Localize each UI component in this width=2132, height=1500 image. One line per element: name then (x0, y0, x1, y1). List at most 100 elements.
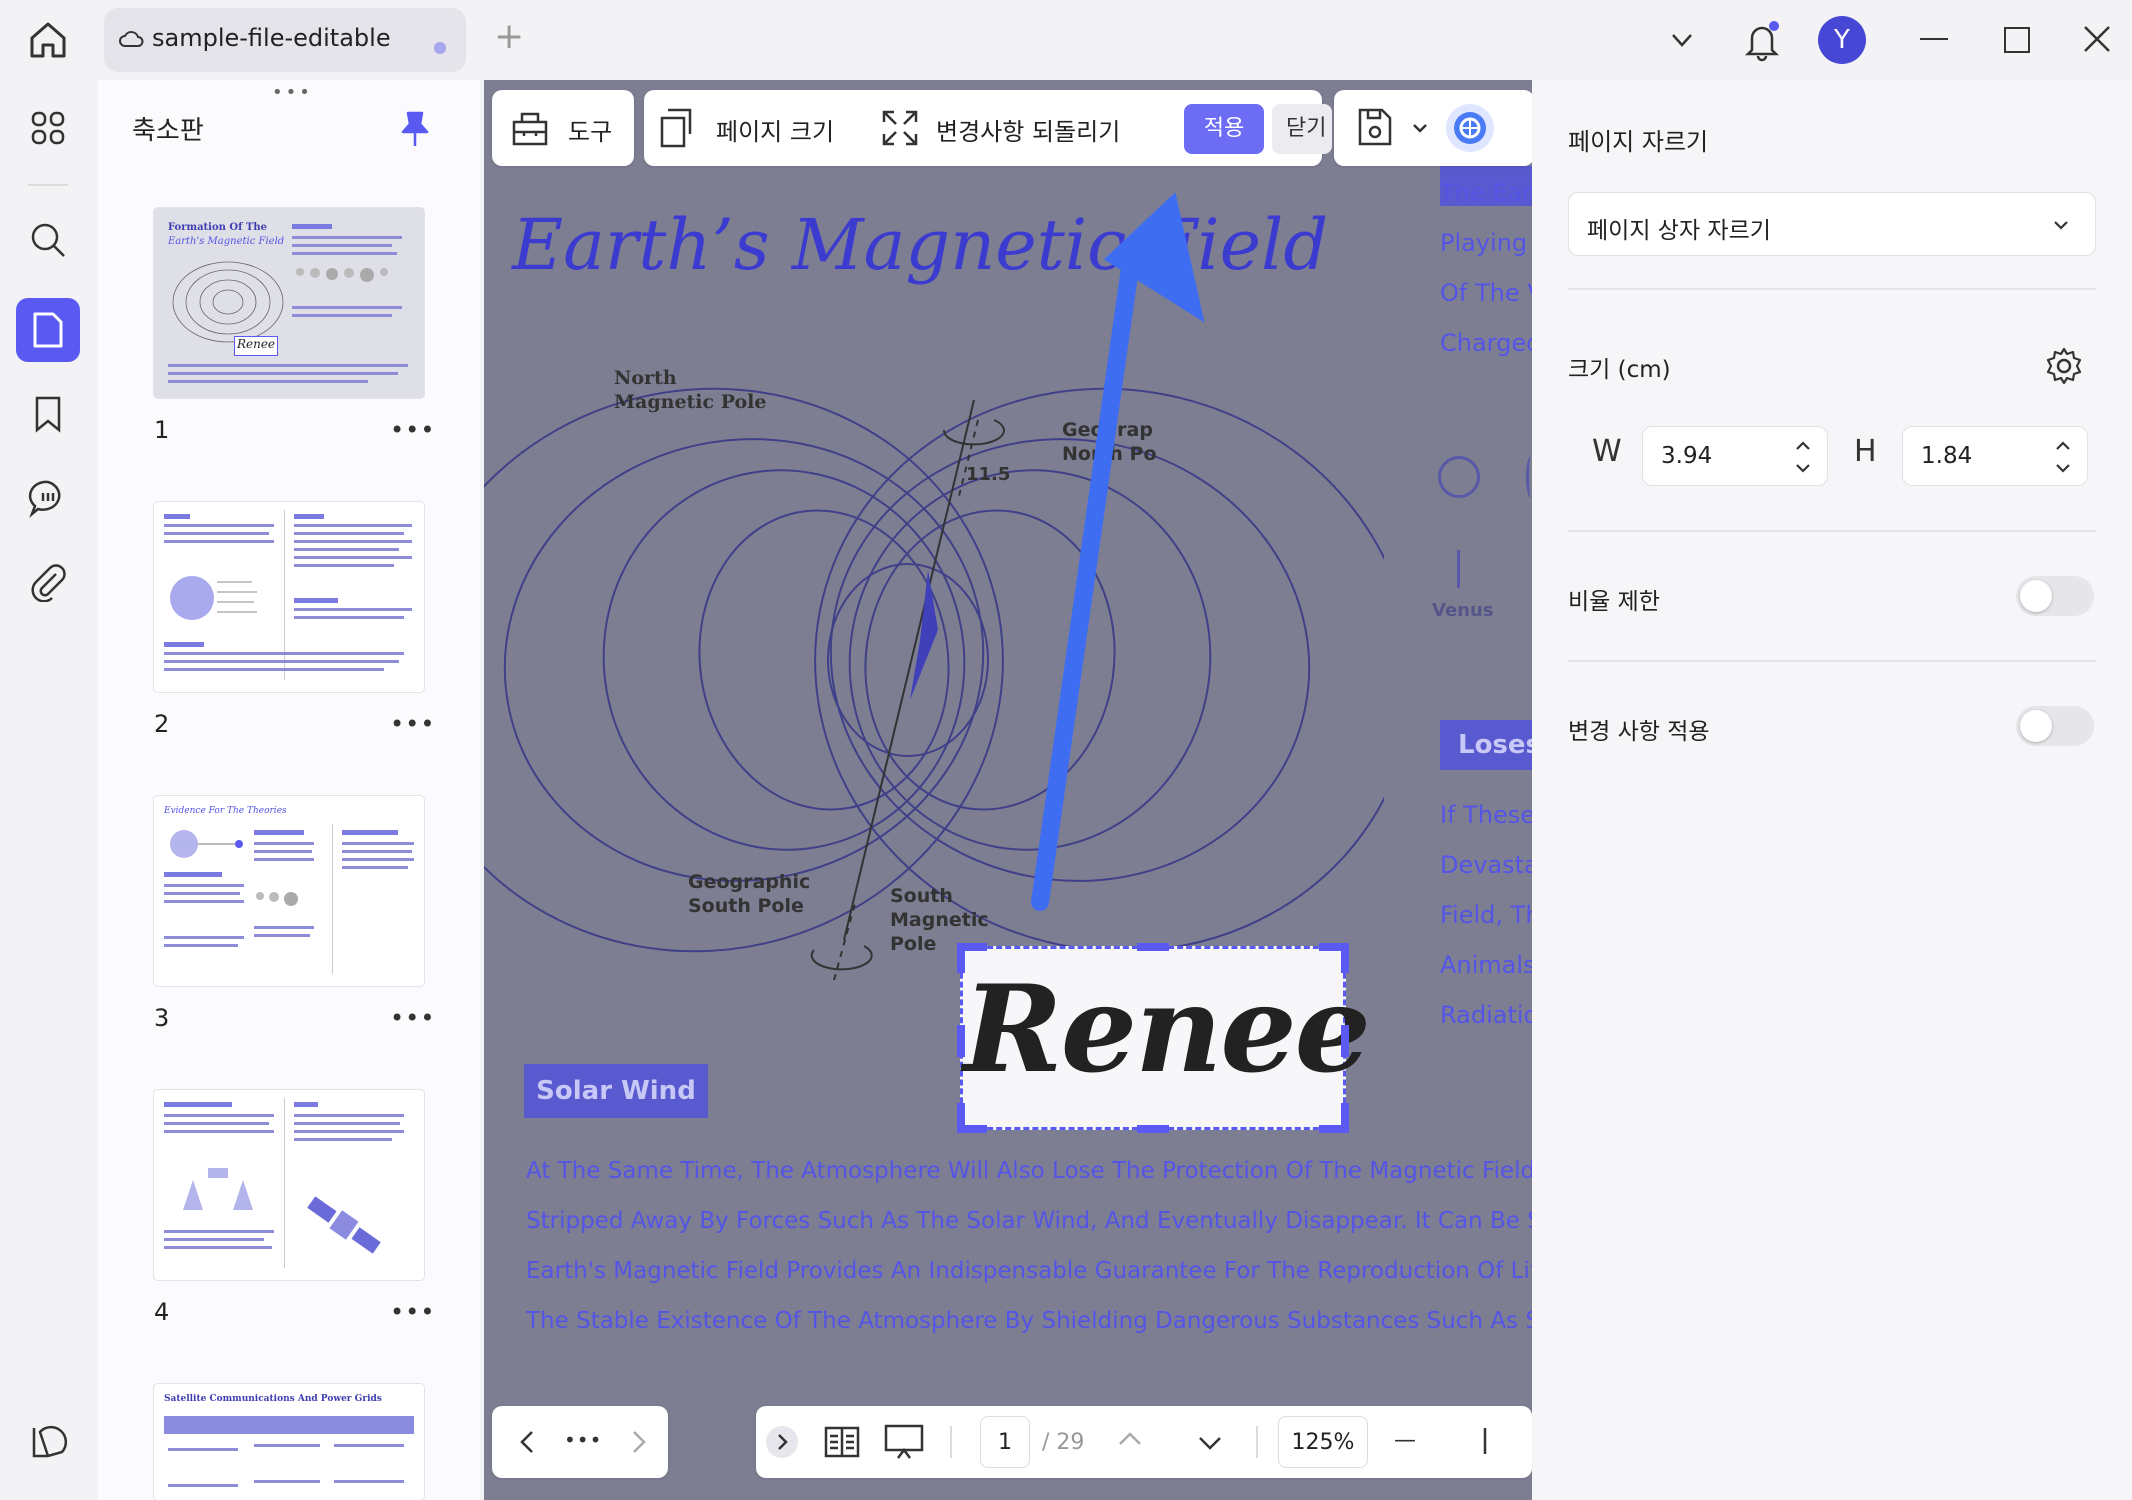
chevron-down-icon[interactable] (1668, 26, 1696, 54)
thumb-planets (296, 268, 388, 282)
page-more-button[interactable]: ••• (390, 416, 435, 444)
crop-mode-select[interactable]: 페이지 상자 자르기 (1568, 192, 2096, 256)
page-down-icon[interactable] (1196, 1428, 1224, 1456)
toolbox-icon (510, 108, 550, 148)
height-stepper-icon[interactable] (2053, 437, 2073, 477)
rail-divider (28, 184, 68, 186)
more-options-button[interactable]: ••• (564, 1428, 602, 1452)
width-input[interactable]: 3.94 (1642, 426, 1828, 486)
pin-icon[interactable] (400, 110, 430, 148)
width-stepper-icon[interactable] (1793, 437, 1813, 477)
drag-handle[interactable]: ••• (272, 82, 313, 103)
revert-icon (880, 108, 920, 148)
crop-handle-bottom[interactable] (1137, 1125, 1169, 1133)
thumb-signature: Renee (234, 336, 278, 356)
apps-grid-icon[interactable] (16, 96, 80, 160)
crop-handle-bottom-right[interactable] (1319, 1103, 1349, 1133)
width-value: 3.94 (1661, 443, 1713, 469)
save-icon[interactable] (1356, 106, 1394, 148)
save-options-chevron-icon[interactable] (1410, 118, 1430, 138)
attachment-icon[interactable] (16, 550, 80, 614)
page-size-button[interactable]: 페이지 크기 (716, 112, 834, 147)
page-thumbnail-1[interactable]: Formation Of The Earth's Magnetic Field … (154, 208, 424, 398)
crop-settings-panel: 페이지 자르기 페이지 상자 자르기 크기 (cm) W 3.94 H 1.84… (1532, 80, 2132, 1500)
thumb-orbit-diagram (170, 830, 243, 858)
page-thumbnail-4[interactable] (154, 1090, 424, 1280)
search-icon[interactable] (16, 208, 80, 272)
page-up-icon[interactable] (1116, 1426, 1144, 1454)
close-window-icon[interactable] (2082, 24, 2112, 54)
aspect-ratio-toggle[interactable] (2016, 576, 2094, 616)
page-number: 4 (154, 1298, 170, 1326)
thumb-title: Evidence For The Theories (164, 806, 287, 816)
zoom-in-icon[interactable] (1470, 1426, 1500, 1456)
annotation-arrow (1031, 192, 1205, 911)
panel-title: 페이지 자르기 (1568, 128, 1709, 156)
height-label: H (1854, 434, 1877, 469)
aspect-ratio-label: 비율 제한 (1568, 589, 1660, 615)
crop-toolbar: 페이지 크기 변경사항 되돌리기 적용 닫기 (644, 90, 1332, 166)
next-icon[interactable] (624, 1428, 652, 1456)
thumb-title: Satellite Communications And Power Grids (164, 1394, 382, 1404)
size-label: 크기 (cm) (1568, 357, 1671, 383)
save-toolbar (1334, 90, 1532, 166)
expand-toolbar-icon[interactable] (766, 1426, 798, 1458)
document-tab[interactable]: sample-file-editable (104, 8, 466, 72)
page-thumbnail-3[interactable]: Evidence For The Theories (154, 796, 424, 986)
width-label: W (1592, 434, 1622, 469)
page-more-button[interactable]: ••• (390, 1298, 435, 1326)
page-thumbnail-5[interactable]: Satellite Communications And Power Grids (154, 1384, 424, 1500)
thumb-earth-diagram (170, 576, 257, 620)
panel-theme-icon[interactable] (16, 1410, 80, 1474)
new-tab-button[interactable]: + (494, 16, 524, 57)
apply-changes-toggle[interactable] (2016, 706, 2094, 746)
maximize-icon[interactable] (2004, 27, 2030, 53)
apply-changes-label: 변경 사항 적용 (1568, 719, 1710, 745)
nav-toolbar: ••• (492, 1406, 668, 1478)
crop-handle-bottom-left[interactable] (957, 1103, 987, 1133)
page-more-button[interactable]: ••• (390, 1004, 435, 1032)
page-more-button[interactable]: ••• (390, 710, 435, 738)
thumbnail-panel: ••• 축소판 Formation Of The Earth's Magneti… (98, 80, 480, 1500)
page-number-input[interactable]: 1 (980, 1416, 1030, 1468)
title-bar: sample-file-editable + Y (0, 0, 2132, 80)
notification-bell-icon[interactable] (1742, 18, 1782, 62)
home-icon[interactable] (26, 18, 70, 62)
bookmark-icon[interactable] (16, 382, 80, 446)
page-number: 3 (154, 1004, 170, 1032)
close-button[interactable]: 닫기 (1272, 104, 1332, 154)
ai-assistant-icon[interactable] (1446, 104, 1494, 152)
revert-changes-button[interactable]: 변경사항 되돌리기 (936, 112, 1120, 147)
page-number: 2 (154, 710, 170, 738)
left-rail (0, 80, 98, 1500)
zoom-level[interactable]: 125% (1278, 1416, 1368, 1468)
tools-button[interactable]: 도구 (492, 90, 634, 166)
tools-label: 도구 (568, 118, 613, 146)
zoom-out-button[interactable]: — (1394, 1428, 1416, 1453)
apply-button[interactable]: 적용 (1184, 104, 1264, 154)
thumb-tower-diagram (183, 1168, 253, 1210)
page-size-icon (658, 106, 700, 150)
two-page-view-icon[interactable] (822, 1424, 862, 1460)
page-number: 1 (154, 416, 170, 444)
cloud-icon (118, 28, 144, 52)
thumb-title: Formation Of The (168, 222, 267, 233)
presentation-icon[interactable] (882, 1422, 926, 1462)
user-avatar[interactable]: Y (1818, 16, 1866, 64)
settings-gear-icon[interactable] (2044, 346, 2084, 386)
page-thumbnail-2[interactable] (154, 502, 424, 692)
unsaved-dot (434, 42, 446, 54)
crop-mode-value: 페이지 상자 자르기 (1587, 218, 1771, 244)
height-value: 1.84 (1921, 443, 1973, 469)
minimize-icon[interactable] (1920, 38, 1948, 40)
document-viewer[interactable]: Earth’s Magnetic Field North Magnetic Pol… (484, 80, 1532, 1500)
thumb-subtitle: Earth's Magnetic Field (168, 236, 285, 247)
body-paragraph: At The Same Time, The Atmosphere Will Al… (526, 1158, 1532, 1334)
view-toolbar: 1 / 29 125% — (756, 1406, 1532, 1478)
prev-icon[interactable] (514, 1428, 542, 1456)
page-editor-icon[interactable] (16, 298, 80, 362)
comment-icon[interactable] (16, 466, 80, 530)
height-input[interactable]: 1.84 (1902, 426, 2088, 486)
thumb-satellite (307, 1196, 381, 1254)
tab-title: sample-file-editable (152, 24, 391, 52)
